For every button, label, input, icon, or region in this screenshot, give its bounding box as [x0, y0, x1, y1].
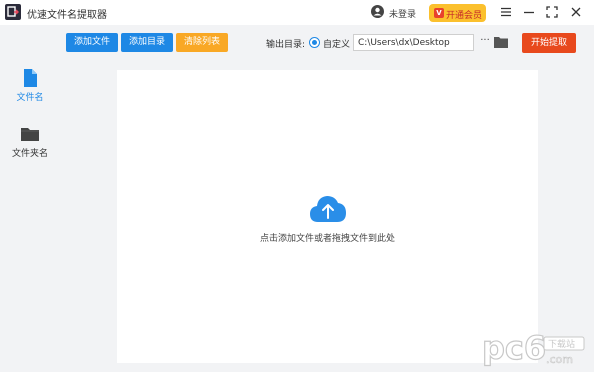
close-icon[interactable] [568, 4, 584, 20]
toolbar: 添加文件 添加目录 清除列表 输出目录: 自定义 ··· 开始提取 [60, 25, 594, 61]
login-status[interactable]: 未登录 [389, 7, 416, 20]
vip-badge-icon: V [434, 8, 444, 18]
minimize-icon[interactable] [521, 4, 537, 20]
app-logo-icon [5, 4, 21, 20]
add-folder-button[interactable]: 添加目录 [121, 33, 173, 52]
custom-radio-label[interactable]: 自定义 [323, 37, 350, 50]
app-title: 优速文件名提取器 [27, 10, 107, 21]
browse-folder-icon[interactable] [494, 36, 508, 48]
sidebar-item-filename[interactable]: 文件名 [0, 68, 60, 118]
maximize-icon[interactable] [544, 4, 560, 20]
title-bar: 优速文件名提取器 未登录 V 开通会员 [0, 0, 594, 25]
menu-icon[interactable] [498, 4, 514, 20]
output-dir-label: 输出目录: [266, 40, 306, 50]
file-icon [24, 69, 37, 87]
pc6-watermark-logo: pc6 下载站 .com [481, 328, 585, 368]
svg-text:.com: .com [546, 353, 573, 366]
sidebar-item-label: 文件名 [16, 93, 44, 103]
clear-list-button[interactable]: 清除列表 [176, 33, 228, 52]
add-file-button[interactable]: 添加文件 [66, 33, 118, 52]
svg-text:下载站: 下载站 [548, 338, 575, 350]
sidebar: 文件名 文件夹名 [0, 25, 60, 372]
vip-button[interactable]: V 开通会员 [429, 4, 486, 22]
output-path-input[interactable] [353, 34, 474, 51]
drop-zone[interactable]: 点击添加文件或者拖拽文件到此处 [117, 70, 538, 363]
svg-text:pc6: pc6 [482, 329, 546, 367]
more-options-button[interactable]: ··· [478, 34, 492, 50]
sidebar-item-label: 文件夹名 [11, 149, 48, 159]
vip-label: 开通会员 [446, 11, 483, 21]
drop-hint-text: 点击添加文件或者拖拽文件到此处 [259, 234, 395, 244]
user-icon[interactable] [371, 5, 384, 18]
cloud-upload-icon [310, 196, 346, 222]
start-extract-button[interactable]: 开始提取 [522, 33, 576, 53]
sidebar-item-foldername[interactable]: 文件夹名 [0, 124, 60, 174]
custom-radio[interactable] [309, 37, 320, 48]
folder-icon [21, 128, 39, 141]
